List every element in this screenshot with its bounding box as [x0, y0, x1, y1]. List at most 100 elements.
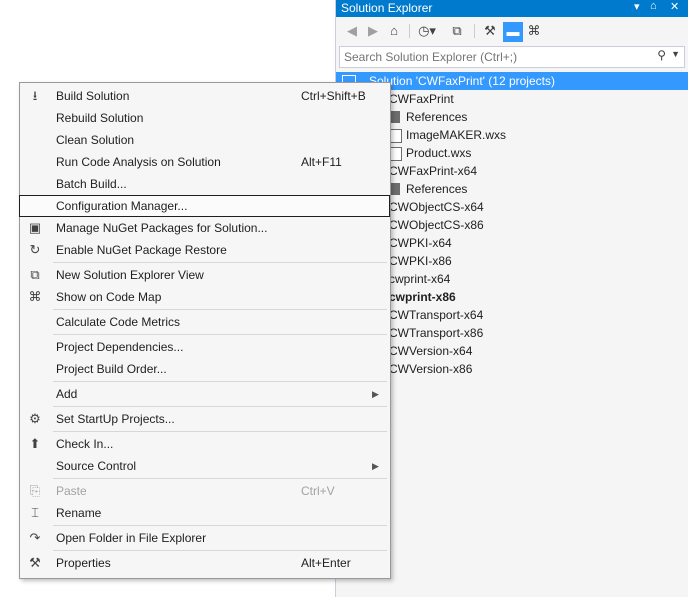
menu-item-shortcut: Ctrl+V [301, 484, 335, 498]
menu-separator [53, 550, 387, 551]
history-icon[interactable]: ◷▾ [416, 22, 438, 40]
menu-item-batch-build[interactable]: Batch Build... [20, 173, 390, 195]
code-map-icon: ⌘ [28, 289, 42, 304]
menu-item-shortcut: Ctrl+Shift+B [301, 89, 366, 103]
tree-item-label: Product.wxs [406, 146, 472, 160]
forward-icon[interactable]: ▶ [365, 22, 381, 40]
menu-item-label: Show on Code Map [56, 290, 162, 304]
menu-item-show-on-code-map[interactable]: ⌘ Show on Code Map [20, 286, 390, 308]
close-icon[interactable]: ✕ [670, 0, 679, 13]
window-position-dropdown-icon[interactable]: ▾ [634, 0, 640, 13]
menu-item-source-control[interactable]: Source Control ▶ [20, 455, 390, 477]
tree-item-label: CWPKI-x86 [389, 254, 452, 268]
menu-item-properties[interactable]: ⚒ Properties Alt+Enter [20, 552, 390, 574]
properties-icon[interactable]: ⚒ [482, 22, 498, 40]
tree-item-label: CWTransport-x86 [389, 326, 484, 340]
menu-item-shortcut: Alt+F11 [301, 155, 342, 169]
menu-item-label: Set StartUp Projects... [56, 412, 175, 426]
menu-separator [53, 381, 387, 382]
tree-item-label: References [406, 182, 468, 196]
back-icon[interactable]: ◀ [344, 22, 360, 40]
menu-item-project-build-order[interactable]: Project Build Order... [20, 358, 390, 380]
tree-item-label: CWObjectCS-x86 [389, 218, 484, 232]
search-icon[interactable]: ⚲ [657, 48, 666, 62]
tree-item-label: CWVersion-x64 [389, 344, 473, 358]
tree-item-label: CWFaxPrint-x64 [389, 164, 478, 178]
menu-separator [53, 431, 387, 432]
menu-item-label: Open Folder in File Explorer [56, 531, 207, 545]
collapse-all-icon[interactable]: ⧉ [449, 22, 465, 40]
menu-item-shortcut: Alt+Enter [301, 556, 351, 570]
menu-item-label: Rename [56, 506, 102, 520]
menu-item-configuration-manager[interactable]: Configuration Manager... [19, 195, 390, 217]
menu-item-new-solution-explorer-view[interactable]: ⧉ New Solution Explorer View [20, 264, 390, 286]
menu-item-label: New Solution Explorer View [56, 268, 204, 282]
open-folder-icon: ↷ [29, 530, 41, 545]
menu-item-label: Add [56, 387, 78, 401]
menu-item-label: Run Code Analysis on Solution [56, 155, 221, 169]
menu-separator [53, 334, 387, 335]
menu-item-check-in[interactable]: ⬆ Check In... [20, 433, 390, 455]
menu-item-label: Manage NuGet Packages for Solution... [56, 221, 268, 235]
toolbar-separator [474, 24, 475, 38]
menu-item-set-startup-projects[interactable]: ⚙ Set StartUp Projects... [20, 408, 390, 430]
tree-item-label: CWObjectCS-x64 [389, 200, 484, 214]
menu-item-label: Batch Build... [56, 177, 127, 191]
preview-selected-icon[interactable]: ▬ [503, 22, 523, 42]
menu-item-label: Source Control [56, 459, 137, 473]
menu-item-paste[interactable]: ⎘ Paste Ctrl+V [20, 480, 390, 502]
search-options-dropdown-icon[interactable]: ▼ [671, 49, 680, 59]
menu-item-label: Check In... [56, 437, 114, 451]
solution-explorer-title: Solution Explorer [341, 1, 433, 15]
tree-item-label: CWFaxPrint [389, 92, 454, 106]
new-view-icon: ⧉ [30, 267, 40, 282]
tree-item-label: CWVersion-x86 [389, 362, 473, 376]
tree-item-label: CWPKI-x64 [389, 236, 452, 250]
pin-icon[interactable]: ⌂ [650, 0, 657, 12]
menu-separator [53, 406, 387, 407]
wrench-icon: ⚒ [29, 555, 41, 570]
tree-item-label: ImageMAKER.wxs [406, 128, 507, 142]
tree-item-label: cwprint-x64 [389, 272, 451, 286]
menu-item-label: Project Build Order... [56, 362, 167, 376]
tree-item-label: References [406, 110, 468, 124]
menu-separator [53, 478, 387, 479]
menu-item-build-solution[interactable]: ⭳ Build Solution Ctrl+Shift+B [20, 85, 390, 107]
menu-separator [53, 525, 387, 526]
class-view-icon[interactable]: ⌘ [526, 22, 542, 40]
menu-item-rename[interactable]: ⌶ Rename [20, 502, 390, 524]
menu-item-label: Rebuild Solution [56, 111, 144, 125]
submenu-arrow-icon: ▶ [372, 389, 379, 399]
menu-item-project-dependencies[interactable]: Project Dependencies... [20, 336, 390, 358]
menu-item-label: Enable NuGet Package Restore [56, 243, 227, 257]
menu-item-enable-nuget-restore[interactable]: ↻ Enable NuGet Package Restore [20, 239, 390, 261]
home-icon[interactable]: ⌂ [386, 22, 402, 40]
menu-item-manage-nuget-packages[interactable]: ▣ Manage NuGet Packages for Solution... [20, 217, 390, 239]
submenu-arrow-icon: ▶ [372, 461, 379, 471]
menu-item-run-code-analysis[interactable]: Run Code Analysis on Solution Alt+F11 [20, 151, 390, 173]
settings-gear-icon: ⚙ [29, 411, 41, 426]
menu-item-add[interactable]: Add ▶ [20, 383, 390, 405]
toolbar-separator [409, 24, 410, 38]
menu-separator [53, 262, 387, 263]
menu-item-open-folder-in-file-explorer[interactable]: ↷ Open Folder in File Explorer [20, 527, 390, 549]
menu-item-label: Clean Solution [56, 133, 135, 147]
search-input[interactable] [342, 48, 646, 66]
menu-item-rebuild-solution[interactable]: Rebuild Solution [20, 107, 390, 129]
menu-item-clean-solution[interactable]: Clean Solution [20, 129, 390, 151]
tree-item-label: cwprint-x86 [389, 290, 456, 304]
solution-explorer-toolbar: ◀ ▶ ⌂ ◷▾ ⧉ ⚒ ▬ ⌘ [336, 18, 688, 45]
menu-item-label: Calculate Code Metrics [56, 315, 181, 329]
menu-item-label: Project Dependencies... [56, 340, 184, 354]
menu-separator [53, 309, 387, 310]
solution-explorer-title-bar: Solution Explorer ▾ ⌂ ✕ [336, 0, 688, 17]
menu-item-calculate-code-metrics[interactable]: Calculate Code Metrics [20, 311, 390, 333]
menu-item-label: Configuration Manager... [56, 199, 188, 213]
tree-item-label: CWTransport-x64 [389, 308, 484, 322]
check-in-icon: ⬆ [29, 436, 41, 451]
rename-icon: ⌶ [31, 505, 39, 520]
menu-item-label: Build Solution [56, 89, 130, 103]
build-icon: ⭳ [32, 88, 38, 103]
solution-explorer-search[interactable]: ⚲ ▼ [339, 46, 685, 68]
solution-context-menu: ⭳ Build Solution Ctrl+Shift+B Rebuild So… [19, 82, 391, 579]
